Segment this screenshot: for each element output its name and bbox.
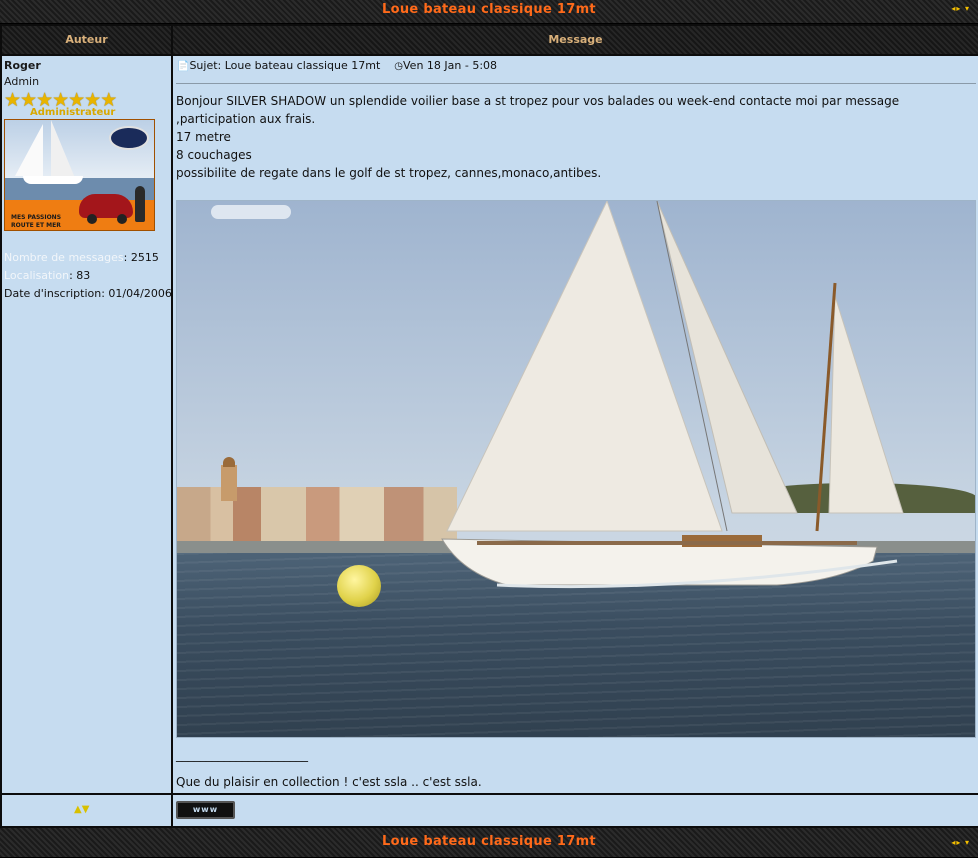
post-date: Ven 18 Jan - 5:08 xyxy=(403,59,498,72)
message-footer: www xyxy=(173,795,978,826)
message-panel: 📄Sujet: Loue bateau classique 17mt ◷Ven … xyxy=(173,56,978,793)
sailboat-illustration xyxy=(441,201,904,589)
topic-title-bottom: Loue bateau classique 17mt xyxy=(382,834,596,849)
topic-title-bar-top: Loue bateau classique 17mt ◂▸ ▾ xyxy=(0,0,978,24)
topic-title-top: Loue bateau classique 17mt xyxy=(382,2,596,17)
column-header-message: Message xyxy=(173,26,978,54)
author-panel: Roger Admin ★★★★★★★ Administrateur MES P… xyxy=(2,56,172,793)
column-header-author: Auteur xyxy=(2,26,171,54)
signature: Que du plaisir en collection ! c'est ssl… xyxy=(176,775,482,789)
www-button[interactable]: www xyxy=(176,801,235,819)
rank-label: Administrateur xyxy=(30,107,116,118)
post-subject: Sujet: Loue bateau classique 17mt xyxy=(189,59,381,72)
avatar-caption: MES PASSIONS ROUTE ET MER xyxy=(11,214,62,229)
author-location: Localisation: 83 xyxy=(4,269,91,282)
clock-icon: ◷ xyxy=(394,61,404,72)
post-photo-sailboat xyxy=(176,200,976,738)
up-down-arrows-icon[interactable]: ▲▼ xyxy=(74,804,89,815)
logo-badge-icon xyxy=(109,126,149,150)
post-body: Bonjour SILVER SHADOW un splendide voili… xyxy=(176,94,900,180)
author-posts-count: Nombre de messages: 2515 xyxy=(4,251,159,264)
post-header: 📄Sujet: Loue bateau classique 17mt ◷Ven … xyxy=(177,59,497,72)
author-footer: ▲▼ xyxy=(2,795,171,826)
author-rank: Admin xyxy=(4,75,40,88)
nav-arrows-icon[interactable]: ◂▸ ▾ xyxy=(951,4,970,13)
topic-title-bar-bottom: Loue bateau classique 17mt ◂▸ ▾ xyxy=(0,828,978,858)
author-username[interactable]: Roger xyxy=(4,59,41,72)
author-join-date: Date d'inscription: 01/04/2006 xyxy=(4,287,172,300)
post-document-icon[interactable]: 📄 xyxy=(177,61,189,72)
avatar: MES PASSIONS ROUTE ET MER xyxy=(4,119,155,231)
signature-rule: ______________________ xyxy=(176,748,308,762)
car-icon xyxy=(79,194,133,224)
nav-arrows-bottom-icon[interactable]: ◂▸ ▾ xyxy=(951,838,970,847)
divider xyxy=(176,83,976,84)
